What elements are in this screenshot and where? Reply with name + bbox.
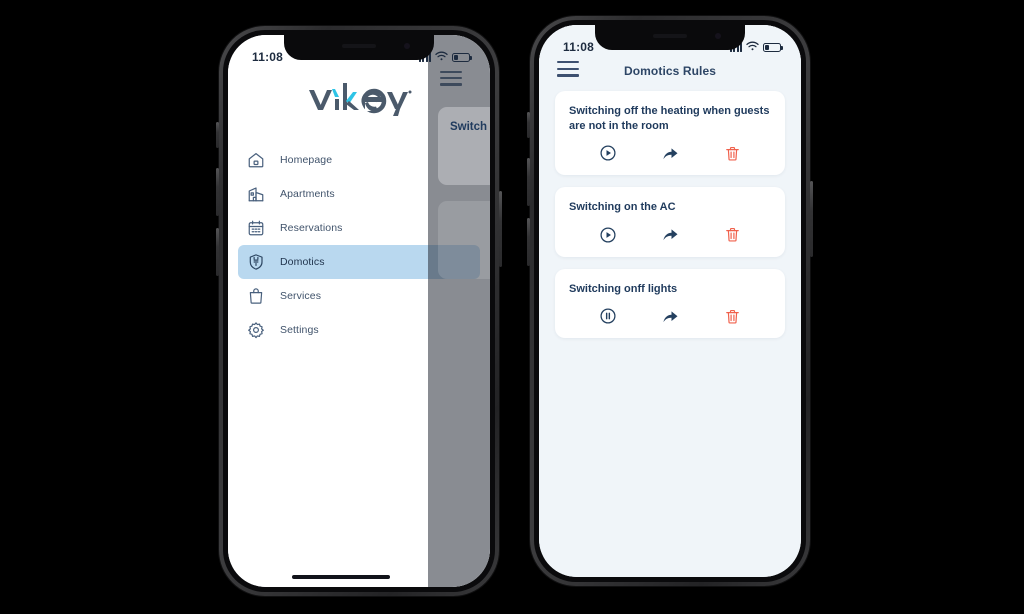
volume-up-button[interactable] xyxy=(527,158,530,206)
rule-title: Switching onff lights xyxy=(569,282,678,295)
power-button[interactable] xyxy=(810,181,813,257)
left-phone-screen: Homepage Apartments Reservations Domotic… xyxy=(228,35,490,587)
screenshot-stage: Homepage Apartments Reservations Domotic… xyxy=(0,0,1024,614)
mute-switch[interactable] xyxy=(527,112,530,138)
sidebar-item-label: Reservations xyxy=(280,222,343,234)
right-phone-screen: Domotics Rules Switching off the heating… xyxy=(539,25,801,577)
rule-card[interactable]: Switching off the heating when guests ar… xyxy=(555,91,785,176)
rule-title: Switching off the heating when guests ar… xyxy=(569,105,770,132)
front-camera xyxy=(404,43,410,49)
building-icon xyxy=(246,184,266,204)
rule-title: Switching on the AC xyxy=(569,201,676,214)
play-icon[interactable] xyxy=(599,144,617,162)
sidebar-item-label: Domotics xyxy=(280,256,325,268)
gear-icon xyxy=(246,320,266,340)
sidebar-item-label: Settings xyxy=(280,324,319,336)
play-icon[interactable] xyxy=(599,226,617,244)
left-phone-device: Homepage Apartments Reservations Domotic… xyxy=(216,26,502,596)
home-indicator[interactable] xyxy=(292,575,390,579)
delete-icon[interactable] xyxy=(723,144,741,162)
front-camera xyxy=(715,33,721,39)
volume-down-button[interactable] xyxy=(216,228,219,276)
rule-actions xyxy=(569,226,771,246)
hamburger-menu-icon[interactable] xyxy=(557,61,579,81)
rule-card[interactable]: Switching on the AC xyxy=(555,187,785,257)
right-phone-bezel: Domotics Rules Switching off the heating… xyxy=(534,20,806,582)
volume-down-button[interactable] xyxy=(527,218,530,266)
share-icon[interactable] xyxy=(661,226,679,244)
power-button[interactable] xyxy=(499,191,502,267)
right-phone-device: Domotics Rules Switching off the heating… xyxy=(527,16,813,586)
delete-icon[interactable] xyxy=(723,307,741,325)
sidebar-item-label: Homepage xyxy=(280,154,333,166)
rules-list: Switching off the heating when guests ar… xyxy=(539,87,801,339)
mute-switch[interactable] xyxy=(216,122,219,148)
left-phone-bezel: Homepage Apartments Reservations Domotic… xyxy=(223,30,495,592)
pause-icon[interactable] xyxy=(599,307,617,325)
domotics-rules-app: Domotics Rules Switching off the heating… xyxy=(539,25,801,577)
background-rule-title: Switch xyxy=(450,121,488,133)
rule-card[interactable]: Switching onff lights xyxy=(555,268,785,339)
rule-actions xyxy=(569,307,771,327)
device-notch xyxy=(284,35,434,60)
plug-shield-icon xyxy=(246,252,266,272)
rule-actions xyxy=(569,144,771,164)
sidebar-item-label: Apartments xyxy=(280,188,335,200)
share-icon[interactable] xyxy=(661,144,679,162)
delete-icon[interactable] xyxy=(723,226,741,244)
home-icon xyxy=(246,150,266,170)
sidebar-item-label: Services xyxy=(280,290,322,302)
earpiece-speaker xyxy=(342,44,376,48)
background-rule-card-2 xyxy=(438,201,490,279)
device-notch xyxy=(595,25,745,50)
background-rule-card: Switch xyxy=(438,107,490,185)
calendar-icon xyxy=(246,218,266,238)
volume-up-button[interactable] xyxy=(216,168,219,216)
share-icon[interactable] xyxy=(661,307,679,325)
bag-icon xyxy=(246,286,266,306)
vikey-logo-icon xyxy=(305,79,413,119)
hamburger-menu-icon[interactable] xyxy=(440,71,462,90)
earpiece-speaker xyxy=(653,34,687,38)
drawer-scrim-overlay[interactable]: Switch xyxy=(428,35,490,587)
